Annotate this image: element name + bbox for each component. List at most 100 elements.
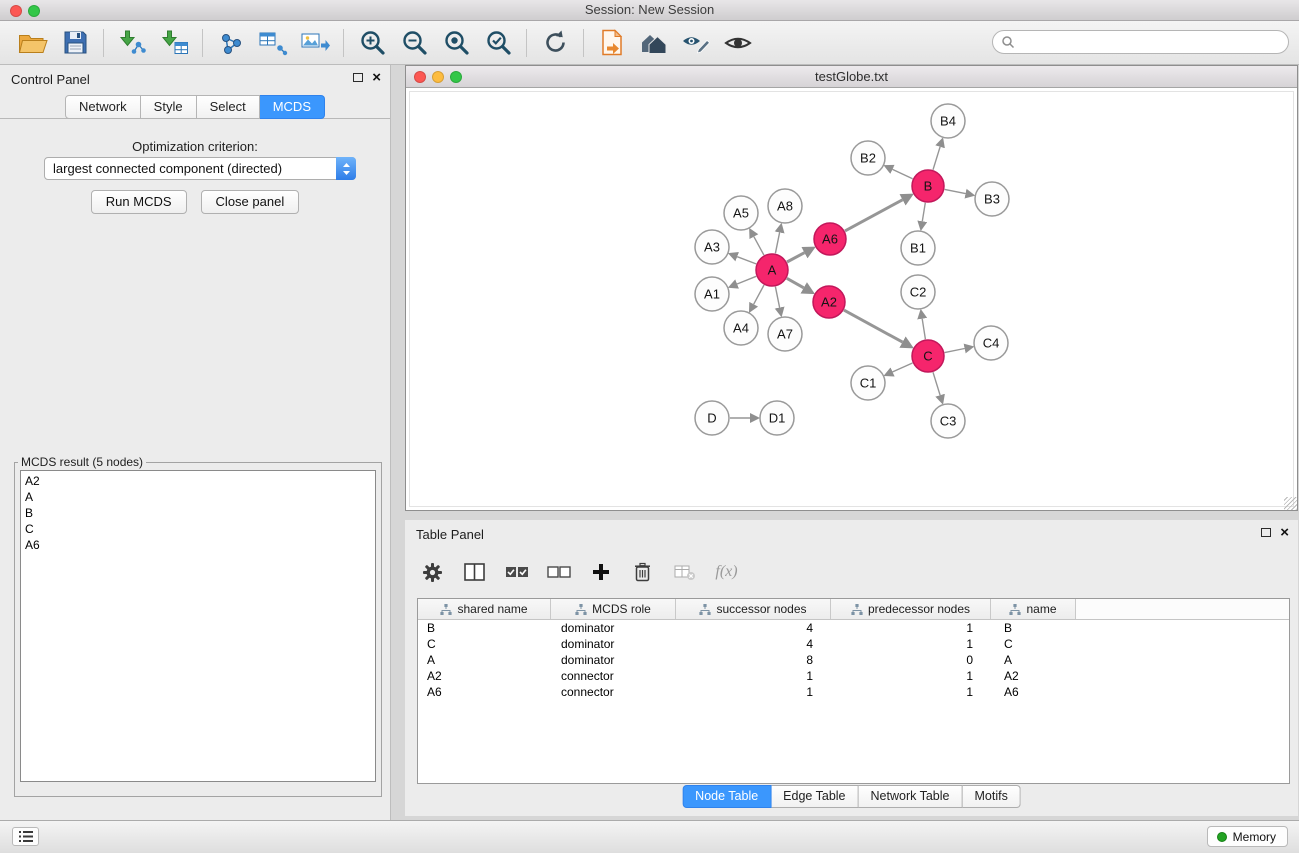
mcds-result-list[interactable]: A2ABCA6 [20, 470, 376, 782]
float-panel-icon[interactable] [353, 73, 363, 82]
graph-edge-A-A3[interactable] [737, 257, 756, 264]
graph-node-A6[interactable]: A6 [814, 223, 846, 255]
mcds-result-item[interactable]: A [25, 489, 371, 505]
graph-node-A4[interactable]: A4 [724, 311, 758, 345]
graph-edge-A-A2[interactable] [787, 278, 804, 288]
mcds-result-item[interactable]: A6 [25, 537, 371, 553]
fullscreen-traffic-light-icon[interactable] [28, 5, 40, 17]
table-row[interactable]: A6connector11A6 [418, 684, 1289, 700]
graph-node-D[interactable]: D [695, 401, 729, 435]
graph-edge-C-C4[interactable] [945, 349, 965, 353]
open-session-button[interactable] [12, 24, 54, 62]
mcds-result-item[interactable]: A2 [25, 473, 371, 489]
column-header-successor-nodes[interactable]: successor nodes [676, 599, 831, 619]
column-header-mcds-role[interactable]: MCDS role [551, 599, 676, 619]
resize-handle[interactable] [1284, 497, 1297, 510]
graph-edge-A-A6[interactable] [787, 253, 804, 262]
table-row[interactable]: A2connector11A2 [418, 668, 1289, 684]
function-builder-button[interactable]: f(x) [713, 557, 740, 587]
close-panel-icon[interactable]: × [372, 72, 381, 83]
column-header-name[interactable]: name [991, 599, 1076, 619]
tab-network-table[interactable]: Network Table [859, 785, 963, 808]
graph-node-A5[interactable]: A5 [724, 196, 758, 230]
graph-edge-A6-B[interactable] [845, 200, 903, 231]
graph-node-A[interactable]: A [756, 254, 788, 286]
close-table-panel-icon[interactable]: × [1280, 527, 1289, 538]
graph-edge-B-B4[interactable] [933, 147, 940, 170]
select-all-rows-button[interactable] [503, 557, 530, 587]
export-image-button[interactable] [294, 24, 336, 62]
graph-edge-C-C1[interactable] [893, 363, 913, 372]
column-header-shared-name[interactable]: shared name [418, 599, 551, 619]
tab-select[interactable]: Select [197, 95, 260, 119]
delete-column-button[interactable] [629, 557, 656, 587]
column-header-predecessor-nodes[interactable]: predecessor nodes [831, 599, 991, 619]
graph-node-A2[interactable]: A2 [813, 286, 845, 318]
criterion-dropdown[interactable]: largest connected component (directed) [44, 157, 356, 180]
memory-button[interactable]: Memory [1207, 826, 1288, 847]
graph-node-C[interactable]: C [912, 340, 944, 372]
graph-edge-C-C2[interactable] [922, 319, 925, 340]
tab-node-table[interactable]: Node Table [682, 785, 771, 808]
add-column-button[interactable] [587, 557, 614, 587]
network-svg[interactable]: B4B2BB3A8A5A6A3B1AC2A1A2A4A7C4CC1DD1C3 [406, 88, 1297, 509]
zoom-selected-button[interactable] [477, 24, 519, 62]
deselect-all-rows-button[interactable] [545, 557, 572, 587]
graph-node-B3[interactable]: B3 [975, 182, 1009, 216]
graph-edge-A-A4[interactable] [754, 285, 764, 304]
hide-details-button[interactable] [675, 24, 717, 62]
table-settings-button[interactable] [419, 557, 446, 587]
graph-edge-B-B1[interactable] [922, 203, 925, 222]
graph-edge-B-B2[interactable] [893, 169, 913, 178]
search-box[interactable] [992, 30, 1289, 54]
column-visibility-button[interactable] [461, 557, 488, 587]
graph-edge-A-A7[interactable] [775, 287, 779, 308]
refresh-button[interactable] [534, 24, 576, 62]
run-mcds-button[interactable]: Run MCDS [91, 190, 187, 214]
home-button[interactable] [633, 24, 675, 62]
table-row[interactable]: Bdominator41B [418, 620, 1289, 636]
new-network-button[interactable] [210, 24, 252, 62]
zoom-in-button[interactable] [351, 24, 393, 62]
save-session-button[interactable] [54, 24, 96, 62]
graph-node-C2[interactable]: C2 [901, 275, 935, 309]
network-fullscreen-traffic-light-icon[interactable] [450, 71, 462, 83]
graph-node-B2[interactable]: B2 [851, 141, 885, 175]
graph-node-D1[interactable]: D1 [760, 401, 794, 435]
zoom-out-button[interactable] [393, 24, 435, 62]
tab-network[interactable]: Network [65, 95, 141, 119]
graph-node-A8[interactable]: A8 [768, 189, 802, 223]
import-network-button[interactable] [111, 24, 153, 62]
close-panel-button[interactable]: Close panel [201, 190, 300, 214]
graph-edge-A2-C[interactable] [844, 310, 903, 342]
graph-node-C4[interactable]: C4 [974, 326, 1008, 360]
graph-node-B1[interactable]: B1 [901, 231, 935, 265]
network-canvas[interactable]: B4B2BB3A8A5A6A3B1AC2A1A2A4A7C4CC1DD1C3 [406, 88, 1297, 510]
mcds-result-item[interactable]: C [25, 521, 371, 537]
graph-node-A1[interactable]: A1 [695, 277, 729, 311]
mcds-result-item[interactable]: B [25, 505, 371, 521]
graph-node-A3[interactable]: A3 [695, 230, 729, 264]
search-input[interactable] [1020, 33, 1288, 51]
graph-node-C1[interactable]: C1 [851, 366, 885, 400]
table-row[interactable]: Adominator80A [418, 652, 1289, 668]
export-table-button[interactable] [252, 24, 294, 62]
tab-motifs[interactable]: Motifs [962, 785, 1020, 808]
close-traffic-light-icon[interactable] [10, 5, 22, 17]
graph-edge-A-A1[interactable] [737, 276, 756, 284]
show-details-button[interactable] [717, 24, 759, 62]
network-close-traffic-light-icon[interactable] [414, 71, 426, 83]
tab-mcds[interactable]: MCDS [260, 95, 325, 119]
task-history-button[interactable] [12, 827, 39, 846]
session-file-button[interactable] [591, 24, 633, 62]
graph-edge-B-B3[interactable] [945, 189, 966, 193]
network-minimize-traffic-light-icon[interactable] [432, 71, 444, 83]
tab-style[interactable]: Style [141, 95, 197, 119]
tab-edge-table[interactable]: Edge Table [771, 785, 858, 808]
graph-node-C3[interactable]: C3 [931, 404, 965, 438]
delete-table-button[interactable] [671, 557, 698, 587]
table-row[interactable]: Cdominator41C [418, 636, 1289, 652]
graph-edge-A-A8[interactable] [775, 233, 779, 254]
graph-edge-C-C3[interactable] [933, 372, 940, 395]
graph-edge-A-A5[interactable] [754, 237, 764, 255]
